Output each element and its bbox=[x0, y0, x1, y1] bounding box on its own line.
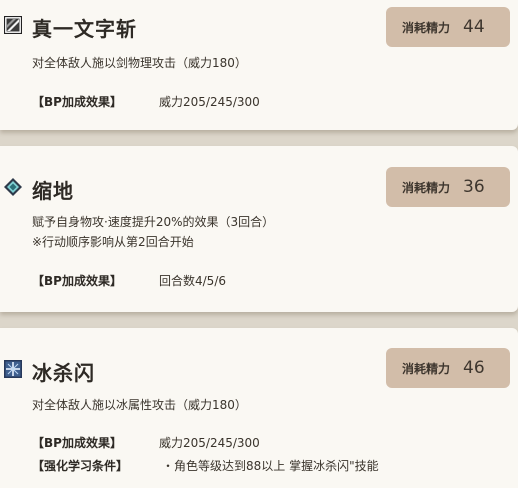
cost-button[interactable]: 消耗精力 46 bbox=[386, 348, 510, 388]
skill-description: 对全体敌人施以冰属性攻击（威力180） bbox=[32, 398, 247, 412]
cost-value: 44 bbox=[463, 17, 485, 37]
bp-bonus-label: 【BP加成效果】 bbox=[32, 274, 122, 288]
learn-condition-value: ・角色等级达到88以上 掌握冰杀闪"技能 bbox=[162, 459, 379, 473]
skill-card-sword-slash: 真一文字斩 消耗精力 44 对全体敌人施以剑物理攻击（威力180） 【BP加成效… bbox=[0, 0, 518, 130]
bp-bonus-value: 威力205/245/300 bbox=[159, 436, 260, 450]
bp-bonus-label: 【BP加成效果】 bbox=[32, 436, 122, 450]
sword-slash-icon bbox=[3, 15, 23, 35]
skill-title: 冰杀闪 bbox=[32, 361, 95, 385]
cost-value: 36 bbox=[463, 177, 485, 197]
skill-description: 赋予自身物攻·速度提升20%的效果（3回合） bbox=[32, 215, 275, 229]
bp-bonus-value: 威力205/245/300 bbox=[159, 95, 260, 109]
cost-button[interactable]: 消耗精力 44 bbox=[386, 7, 510, 47]
bp-bonus-value: 回合数4/5/6 bbox=[159, 274, 226, 288]
cost-label: 消耗精力 bbox=[402, 180, 451, 195]
cost-label: 消耗精力 bbox=[402, 20, 451, 35]
skill-title: 真一文字斩 bbox=[32, 17, 137, 41]
bp-bonus-label: 【BP加成效果】 bbox=[32, 95, 122, 109]
cost-label: 消耗精力 bbox=[402, 361, 451, 376]
diamond-gem-icon bbox=[4, 178, 22, 196]
skill-note: ※行动顺序影响从第2回合开始 bbox=[32, 235, 194, 249]
cost-button[interactable]: 消耗精力 36 bbox=[386, 167, 510, 207]
skill-card-shukuchi: 缩地 消耗精力 36 赋予自身物攻·速度提升20%的效果（3回合） ※行动顺序影… bbox=[0, 146, 518, 312]
skill-title: 缩地 bbox=[32, 179, 74, 203]
ice-crystal-icon bbox=[4, 360, 22, 378]
learn-condition-label: 【强化学习条件】 bbox=[32, 459, 129, 473]
cost-value: 46 bbox=[463, 358, 485, 378]
skill-description: 对全体敌人施以剑物理攻击（威力180） bbox=[32, 56, 247, 70]
skill-card-ice-flash: 冰杀闪 消耗精力 46 对全体敌人施以冰属性攻击（威力180） 【BP加成效果】… bbox=[0, 328, 518, 488]
